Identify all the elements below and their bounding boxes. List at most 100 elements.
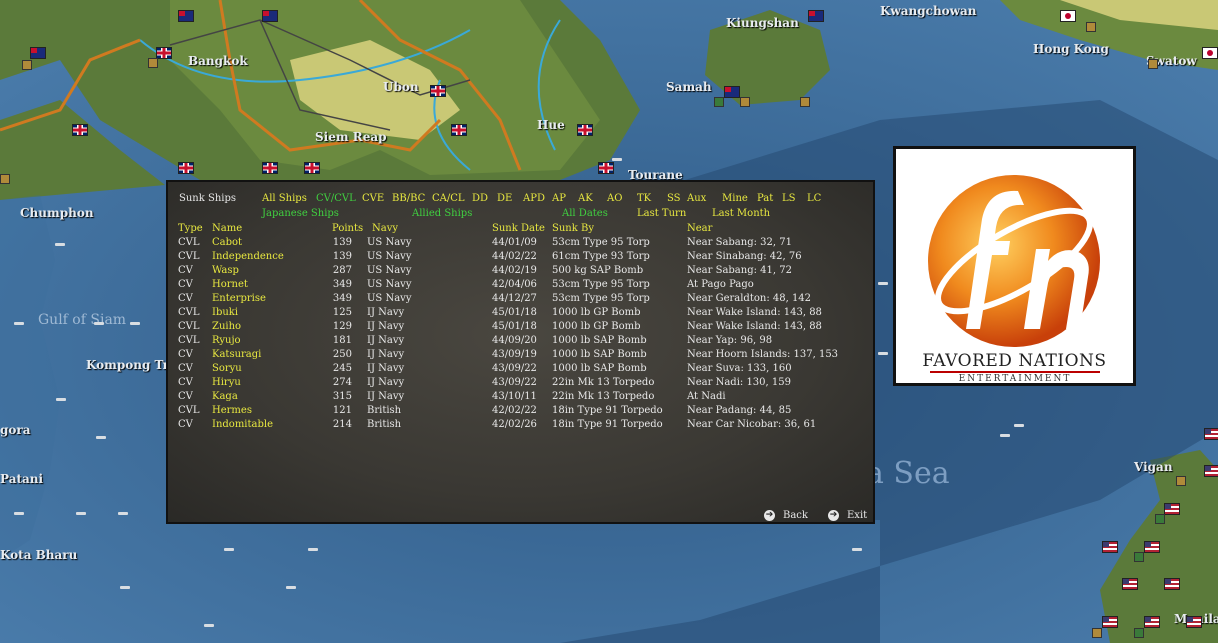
filter-ap[interactable]: AP — [552, 193, 566, 204]
unit-counter[interactable] — [148, 58, 158, 68]
col-header-name[interactable]: Name — [212, 223, 242, 234]
table-row[interactable]: CV Indomitable 214 British 42/02/26 18in Type… — [168, 419, 868, 433]
ship-icon[interactable] — [878, 352, 888, 355]
ship-icon[interactable] — [14, 322, 24, 325]
unit-counter[interactable] — [1086, 22, 1096, 32]
table-row[interactable]: CV Enterprise 349 US Navy 44/12/27 53cm Type … — [168, 293, 868, 307]
unit-counter[interactable] — [0, 174, 10, 184]
filter-mine[interactable]: Mine — [722, 193, 748, 204]
ship-icon[interactable] — [308, 548, 318, 551]
uk-flag-icon[interactable] — [304, 162, 320, 174]
filter-pat[interactable]: Pat — [757, 193, 773, 204]
unit-counter[interactable] — [1148, 59, 1158, 69]
unit-counter[interactable] — [1155, 514, 1165, 524]
unit-counter[interactable] — [714, 97, 724, 107]
exit-button[interactable]: ➔ Exit — [828, 510, 867, 521]
filter-cv-cvl[interactable]: CV/CVL — [316, 193, 356, 204]
us-flag-icon[interactable] — [1186, 616, 1202, 628]
ship-icon[interactable] — [612, 158, 622, 161]
australia-flag-icon[interactable] — [30, 47, 46, 59]
unit-counter[interactable] — [740, 97, 750, 107]
australia-flag-icon[interactable] — [178, 10, 194, 22]
us-flag-icon[interactable] — [1144, 616, 1160, 628]
uk-flag-icon[interactable] — [156, 47, 172, 59]
table-row[interactable]: CV Hornet 349 US Navy 42/04/06 53cm Type 95 T… — [168, 279, 868, 293]
ship-icon[interactable] — [76, 512, 86, 515]
table-row[interactable]: CVL Independence 139 US Navy 44/02/22 61cm Ty… — [168, 251, 868, 265]
uk-flag-icon[interactable] — [262, 162, 278, 174]
filter-de[interactable]: DE — [497, 193, 512, 204]
ship-icon[interactable] — [56, 398, 66, 401]
ship-icon[interactable] — [852, 548, 862, 551]
us-flag-icon[interactable] — [1102, 616, 1118, 628]
table-row[interactable]: CVL Hermes 121 British 42/02/22 18in Type 91 … — [168, 405, 868, 419]
us-flag-icon[interactable] — [1204, 465, 1218, 477]
filter-aux[interactable]: Aux — [687, 193, 706, 204]
filter-last-month[interactable]: Last Month — [712, 208, 770, 219]
col-header-sunk-date[interactable]: Sunk Date — [492, 223, 545, 234]
table-row[interactable]: CV Wasp 287 US Navy 44/02/19 500 kg SAP Bomb N… — [168, 265, 868, 279]
ship-icon[interactable] — [1014, 424, 1024, 427]
unit-counter[interactable] — [1092, 628, 1102, 638]
japan-flag-icon[interactable] — [1060, 10, 1076, 22]
us-flag-icon[interactable] — [1164, 503, 1180, 515]
table-row[interactable]: CVL Cabot 139 US Navy 44/01/09 53cm Type 95 T… — [168, 237, 868, 251]
unit-counter[interactable] — [1134, 628, 1144, 638]
filter-dd[interactable]: DD — [472, 193, 488, 204]
filter-ak[interactable]: AK — [578, 193, 593, 204]
ship-icon[interactable] — [118, 512, 128, 515]
filter-last-turn[interactable]: Last Turn — [637, 208, 686, 219]
australia-flag-icon[interactable] — [262, 10, 278, 22]
us-flag-icon[interactable] — [1164, 578, 1180, 590]
unit-counter[interactable] — [22, 60, 32, 70]
japan-flag-icon[interactable] — [1202, 47, 1218, 59]
uk-flag-icon[interactable] — [430, 85, 446, 97]
filter-lc[interactable]: LC — [807, 193, 821, 204]
table-row[interactable]: CVL Ibuki 125 IJ Navy 45/01/18 1000 lb GP Bom… — [168, 307, 868, 321]
unit-counter[interactable] — [800, 97, 810, 107]
unit-counter[interactable] — [1176, 476, 1186, 486]
col-header-type[interactable]: Type — [178, 223, 203, 234]
ship-icon[interactable] — [55, 243, 65, 246]
col-header-navy[interactable]: Navy — [372, 223, 398, 234]
uk-flag-icon[interactable] — [451, 124, 467, 136]
us-flag-icon[interactable] — [1122, 578, 1138, 590]
table-row[interactable]: CV Hiryu 274 IJ Navy 43/09/22 22in Mk 13 Torp… — [168, 377, 868, 391]
ship-icon[interactable] — [14, 512, 24, 515]
table-row[interactable]: CVL Ryujo 181 IJ Navy 44/09/20 1000 lb SAP Bo… — [168, 335, 868, 349]
uk-flag-icon[interactable] — [577, 124, 593, 136]
us-flag-icon[interactable] — [1204, 428, 1218, 440]
filter-tk[interactable]: TK — [637, 193, 651, 204]
ship-icon[interactable] — [224, 548, 234, 551]
filter-ls[interactable]: LS — [782, 193, 796, 204]
filter-cve[interactable]: CVE — [362, 193, 384, 204]
table-row[interactable]: CV Katsuragi 250 IJ Navy 43/09/19 1000 lb SAP… — [168, 349, 868, 363]
filter-all-ships[interactable]: All Ships — [262, 193, 307, 204]
filter-apd[interactable]: APD — [523, 193, 545, 204]
ship-icon[interactable] — [96, 436, 106, 439]
uk-flag-icon[interactable] — [72, 124, 88, 136]
col-header-near[interactable]: Near — [687, 223, 712, 234]
us-flag-icon[interactable] — [1102, 541, 1118, 553]
table-row[interactable]: CV Soryu 245 IJ Navy 43/09/22 1000 lb SAP Bom… — [168, 363, 868, 377]
filter-japanese-ships[interactable]: Japanese Ships — [262, 208, 339, 219]
col-header-sunk-by[interactable]: Sunk By — [552, 223, 594, 234]
filter-ca-cl[interactable]: CA/CL — [432, 193, 465, 204]
ship-icon[interactable] — [204, 624, 214, 627]
uk-flag-icon[interactable] — [598, 162, 614, 174]
ship-icon[interactable] — [120, 586, 130, 589]
back-button[interactable]: ➔ Back — [764, 510, 808, 521]
filter-ss[interactable]: SS — [667, 193, 681, 204]
filter-ao[interactable]: AO — [607, 193, 622, 204]
filter-allied-ships[interactable]: Allied Ships — [412, 208, 472, 219]
ship-icon[interactable] — [286, 586, 296, 589]
table-row[interactable]: CVL Zuiho 129 IJ Navy 45/01/18 1000 lb GP Bom… — [168, 321, 868, 335]
filter-all-dates[interactable]: All Dates — [562, 208, 608, 219]
ship-icon[interactable] — [1000, 434, 1010, 437]
ship-icon[interactable] — [130, 322, 140, 325]
us-flag-icon[interactable] — [1144, 541, 1160, 553]
col-header-points[interactable]: Points — [332, 223, 363, 234]
table-row[interactable]: CV Kaga 315 IJ Navy 43/10/11 22in Mk 13 Torpe… — [168, 391, 868, 405]
uk-flag-icon[interactable] — [178, 162, 194, 174]
ship-icon[interactable] — [878, 282, 888, 285]
